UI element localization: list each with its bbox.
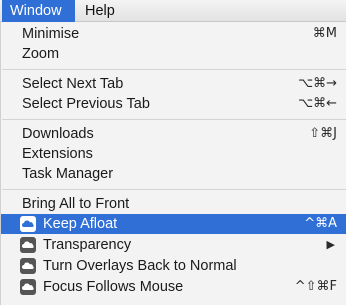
cloud-app-icon	[20, 237, 36, 253]
select-next-tab-label: Select Next Tab	[22, 76, 124, 92]
menu-separator	[2, 119, 346, 120]
focus-follows-mouse-menu-item[interactable]: Focus Follows Mouse ^⇧⌘F	[1, 277, 346, 297]
select-previous-tab-shortcut: ⌥⌘←	[298, 96, 337, 111]
minimise-menu-item[interactable]: Minimise ⌘M	[1, 24, 346, 44]
extensions-menu-item[interactable]: Extensions	[1, 144, 346, 164]
transparency-label: Transparency	[43, 237, 132, 253]
cloud-app-icon	[20, 216, 36, 232]
downloads-menu-item[interactable]: Downloads ⇧⌘J	[1, 124, 346, 144]
task-manager-menu-item[interactable]: Task Manager	[1, 164, 346, 184]
keep-afloat-shortcut: ^⌘A	[304, 216, 337, 231]
turn-overlays-back-menu-item[interactable]: Turn Overlays Back to Normal	[1, 256, 346, 276]
zoom-menu-item[interactable]: Zoom	[1, 44, 346, 64]
menu-bar: Window Help	[0, 0, 346, 22]
select-previous-tab-menu-item[interactable]: Select Previous Tab ⌥⌘←	[1, 94, 346, 114]
task-manager-label: Task Manager	[22, 166, 114, 182]
menu-separator	[2, 69, 346, 70]
window-menu[interactable]: Window	[2, 0, 75, 22]
focus-follows-mouse-label: Focus Follows Mouse	[43, 279, 184, 295]
minimise-shortcut: ⌘M	[312, 26, 337, 41]
window-dropdown-menu: Minimise ⌘M Zoom Select Next Tab ⌥⌘→ Sel…	[0, 22, 346, 305]
bring-all-to-front-label: Bring All to Front	[22, 196, 130, 212]
turn-overlays-back-label: Turn Overlays Back to Normal	[43, 258, 237, 274]
keep-afloat-menu-item[interactable]: Keep Afloat ^⌘A	[1, 214, 346, 234]
menu-separator	[2, 189, 346, 190]
bring-all-to-front-menu-item[interactable]: Bring All to Front	[1, 194, 346, 214]
select-next-tab-menu-item[interactable]: Select Next Tab ⌥⌘→	[1, 74, 346, 94]
zoom-label: Zoom	[22, 46, 60, 62]
cloud-app-icon	[20, 279, 36, 295]
select-previous-tab-label: Select Previous Tab	[22, 96, 150, 112]
submenu-arrow-icon: ▶	[326, 238, 335, 251]
cloud-app-icon	[20, 258, 36, 274]
select-next-tab-shortcut: ⌥⌘→	[298, 76, 337, 91]
minimise-label: Minimise	[22, 26, 80, 42]
transparency-menu-item[interactable]: Transparency ▶	[1, 235, 346, 255]
focus-follows-mouse-shortcut: ^⇧⌘F	[294, 279, 337, 294]
keep-afloat-label: Keep Afloat	[43, 216, 118, 232]
extensions-label: Extensions	[22, 146, 93, 162]
help-menu[interactable]: Help	[77, 0, 129, 22]
downloads-shortcut: ⇧⌘J	[309, 126, 337, 141]
downloads-label: Downloads	[22, 126, 94, 142]
